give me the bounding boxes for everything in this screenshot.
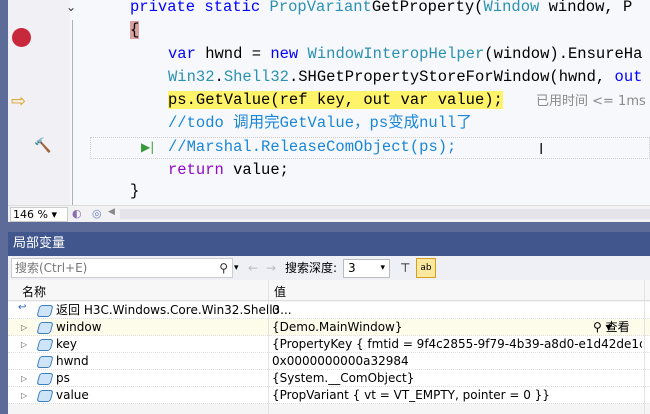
run-to-click-icon[interactable]: ▶| [141,140,154,154]
code-token: WindowInteropHelper [307,45,485,63]
scroll-left-icon[interactable]: ◀ [108,207,115,217]
edit-continue-icon: 🔨 [34,138,52,154]
code-line[interactable]: private static PropVariantGetProperty(Wi… [130,0,632,19]
variable-icon [36,339,54,351]
code-token: Window [483,0,540,16]
variable-value[interactable]: {PropVariant { vt = VT_EMPTY, pointer = … [272,387,642,404]
depth-label: 搜索深度: [285,261,338,275]
code-token: out [614,68,643,86]
variable-value[interactable]: {PropertyKey { fmtid = 9f4c2855-9f79-4b3… [272,336,642,353]
code-token: new [270,45,308,63]
code-line[interactable]: //Marshal.ReleaseComObject(ps); [168,136,456,159]
variable-icon [36,373,54,385]
variable-name: window [56,320,102,334]
variable-name: value [56,388,89,402]
column-divider[interactable] [644,280,645,414]
code-line[interactable]: return value; [168,159,289,182]
return-value-icon: ↩ [18,302,27,313]
code-token: .SHGetPropertyStoreForWindow(hwnd, [288,68,615,86]
back-arrow-icon[interactable]: ← [248,259,258,277]
panel-title: 局部变量 [8,232,650,256]
git-icon[interactable]: ◐ [72,207,82,220]
code-line[interactable]: //todo 调用完GetValue，ps变成null了 [168,112,472,135]
search-dropdown-icon[interactable]: ▾ [234,259,239,277]
code-token: ps.GetValue(ref key, out var value); [168,91,503,109]
variable-value[interactable]: 0 [272,302,642,319]
code-token: //todo 调用完GetValue，ps变成null了 [168,114,472,132]
column-header: 名称 值 [8,280,650,301]
code-token: return [168,161,224,179]
code-line[interactable]: } [130,180,139,203]
variable-icon [36,305,54,317]
pin-format-icon[interactable]: ab [416,258,436,278]
code-token: { [130,21,140,39]
locals-row[interactable]: ▷ window {Demo.MainWindow} ⚲ 查看 ▾ [8,319,650,336]
column-name[interactable]: 名称 [22,283,46,300]
locals-row[interactable]: hwnd 0x0000000000a32984 [8,353,650,370]
collapse-chevron-icon[interactable]: ⌄ [66,0,76,14]
code-line[interactable]: Win32.Shell32.SHGetPropertyStoreForWindo… [168,66,642,89]
code-token: value; [223,161,289,179]
variable-name: hwnd [56,354,89,368]
mouse-ibeam-cursor: I [539,140,544,158]
expand-icon[interactable]: ▷ [21,370,27,387]
code-token: //Marshal.ReleaseComObject(ps); [168,138,457,156]
code-token: Shell32 [223,68,289,86]
code-token: PropVariant [269,0,372,16]
locals-row[interactable]: ▷ value {PropVariant { vt = VT_EMPTY, poin… [8,387,650,404]
variable-name: key [56,337,78,351]
search-input[interactable]: 搜索(Ctrl+E) ⚲ [11,258,233,278]
locals-rows: ↩ 返回 H3C.Windows.Core.Win32.Shell3... 0 ▷ wi… [8,302,650,404]
code-editor[interactable]: ⇨ 🔨 ⌄ ▶| private static PropVariantGetPr… [8,0,650,205]
variable-value[interactable]: {System.__ComObject} [272,370,642,387]
variable-name: 返回 H3C.Windows.Core.Win32.Shell3... [56,303,292,317]
code-token: private static [130,0,270,16]
column-value[interactable]: 值 [274,283,286,300]
code-token: var [168,45,196,63]
depth-dropdown[interactable]: 3 ▾ [343,259,390,278]
column-divider[interactable] [268,280,269,414]
code-token: } [130,182,140,200]
locals-panel: 局部变量 搜索(Ctrl+E) ⚲ ▾ ← → 搜索深度: 3 ▾ ⊤ ab 名称 … [8,232,650,414]
variable-name: ps [56,371,70,385]
horizontal-scrollbar[interactable] [120,209,650,219]
code-token: Win32 [168,68,215,86]
code-token: hwnd = [195,45,271,63]
variable-icon [36,322,54,334]
indent-guide [72,20,73,205]
current-statement-arrow-icon[interactable]: ⇨ [11,91,26,112]
code-line[interactable]: ps.GetValue(ref key, out var value); [168,89,503,112]
code-line[interactable]: var hwnd = new WindowInteropHelper(windo… [168,43,642,66]
forward-arrow-icon[interactable]: → [266,259,276,277]
perf-tip[interactable]: 已用时间 <= 1ms [536,90,646,109]
expand-icon[interactable]: ▷ [21,387,27,404]
zoom-bar: 146 % ▾ ◐ ◎ ◀ [8,205,650,222]
variable-value[interactable]: 0x0000000000a32984 [272,353,642,370]
search-icon[interactable]: ⚲ [219,259,228,277]
zoom-dropdown[interactable]: 146 % ▾ [10,207,68,222]
pin-icon[interactable]: ⊤ [400,259,410,277]
locals-row[interactable]: ▷ ps {System.__ComObject} [8,370,650,387]
variable-icon [36,390,54,402]
breakpoint-icon[interactable] [12,28,31,47]
expand-icon[interactable]: ▷ [21,336,27,353]
code-line[interactable]: { [130,19,140,42]
code-token: window, P [539,0,633,16]
view-visualizer-button[interactable]: ⚲ 查看 ▾ [593,319,630,336]
locals-row[interactable]: ▷ key {PropertyKey { fmtid = 9f4c2855-9f79… [8,336,650,353]
expand-icon[interactable]: ▷ [21,319,27,336]
code-token: GetProperty( [371,0,484,16]
code-token: . [214,68,224,86]
code-token: (window).EnsureHa [484,45,643,63]
variable-value[interactable]: {Demo.MainWindow} [272,319,642,336]
copilot-icon[interactable]: ◎ [92,207,102,220]
locals-row[interactable]: ↩ 返回 H3C.Windows.Core.Win32.Shell3... 0 [8,302,650,319]
locals-toolbar: 搜索(Ctrl+E) ⚲ ▾ ← → 搜索深度: 3 ▾ ⊤ ab [8,256,650,280]
variable-icon [36,356,54,368]
